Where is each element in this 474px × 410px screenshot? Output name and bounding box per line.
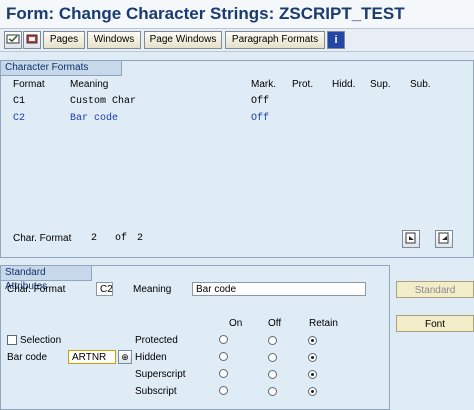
protected-retain-radio[interactable] xyxy=(308,336,317,345)
prop-subscript: Subscript xyxy=(135,386,177,397)
counter-label: Char. Format xyxy=(13,233,72,244)
subscript-retain-radio[interactable] xyxy=(308,387,317,396)
row-format[interactable]: C1 xyxy=(13,96,25,107)
col-off: Off xyxy=(268,318,282,329)
selection-checkbox[interactable] xyxy=(7,335,17,345)
col-retain: Retain xyxy=(309,318,338,329)
row-mark[interactable]: Off xyxy=(251,96,269,107)
barcode-label: Bar code xyxy=(7,352,48,363)
meaning-field[interactable]: Bar code xyxy=(192,282,366,296)
col-meaning: Meaning xyxy=(70,79,109,90)
protected-off-radio[interactable] xyxy=(268,336,277,345)
page-windows-button[interactable]: Page Windows xyxy=(144,31,222,49)
meaning-label: Meaning xyxy=(133,284,172,295)
row-meaning[interactable]: Bar code xyxy=(70,113,118,124)
window-title: Form: Change Character Strings: ZSCRIPT_… xyxy=(6,4,405,23)
scroll-up-icon[interactable] xyxy=(435,230,453,248)
counter-total: 2 xyxy=(137,233,144,244)
windows-button[interactable]: Windows xyxy=(87,31,141,49)
col-sup: Sup. xyxy=(370,79,391,90)
row-mark[interactable]: Off xyxy=(251,113,269,124)
title-bar: Form: Change Character Strings: ZSCRIPT_… xyxy=(0,0,474,29)
char-format-field[interactable]: C2 xyxy=(96,282,113,296)
barcode-field[interactable]: ARTNR xyxy=(68,350,116,364)
char-format-label: Char. Format xyxy=(7,284,66,295)
subscript-off-radio[interactable] xyxy=(268,387,277,396)
application-toolbar: Pages Windows Page Windows Paragraph For… xyxy=(0,29,474,52)
info-icon[interactable]: i xyxy=(327,31,345,49)
col-format: Format xyxy=(13,79,45,90)
prev-screen-icon[interactable] xyxy=(23,31,41,49)
col-on: On xyxy=(229,318,243,329)
counter-of: of xyxy=(115,233,128,244)
pages-button[interactable]: Pages xyxy=(43,31,85,49)
font-button[interactable]: Font xyxy=(396,315,474,332)
prop-superscript: Superscript xyxy=(135,369,186,380)
counter-current: 2 xyxy=(91,233,98,244)
col-prot: Prot. xyxy=(292,79,314,90)
prop-hidden: Hidden xyxy=(135,352,167,363)
col-mark: Mark. xyxy=(251,79,276,90)
character-formats-label: Character Formats xyxy=(1,61,122,76)
paragraph-formats-button[interactable]: Paragraph Formats xyxy=(225,31,325,49)
superscript-on-radio[interactable] xyxy=(219,369,228,378)
hidden-on-radio[interactable] xyxy=(219,352,228,361)
subscript-on-radio[interactable] xyxy=(219,386,228,395)
hidden-off-radio[interactable] xyxy=(268,353,277,362)
scroll-down-icon[interactable] xyxy=(402,230,420,248)
hidden-retain-radio[interactable] xyxy=(308,353,317,362)
standard-attributes-label: Standard Attributes xyxy=(1,266,92,292)
selection-label: Selection xyxy=(20,335,62,346)
col-hidd: Hidd. xyxy=(332,79,356,90)
superscript-retain-radio[interactable] xyxy=(308,370,317,379)
col-sub: Sub. xyxy=(410,79,431,90)
superscript-off-radio[interactable] xyxy=(268,370,277,379)
checkmark-icon[interactable] xyxy=(4,31,22,49)
search-help-icon[interactable]: ⊕ xyxy=(118,350,132,364)
row-format[interactable]: C2 xyxy=(13,113,25,124)
row-meaning[interactable]: Custom Char xyxy=(70,96,136,107)
prop-protected: Protected xyxy=(135,335,178,346)
protected-on-radio[interactable] xyxy=(219,335,228,344)
standard-button[interactable]: Standard xyxy=(396,281,474,298)
